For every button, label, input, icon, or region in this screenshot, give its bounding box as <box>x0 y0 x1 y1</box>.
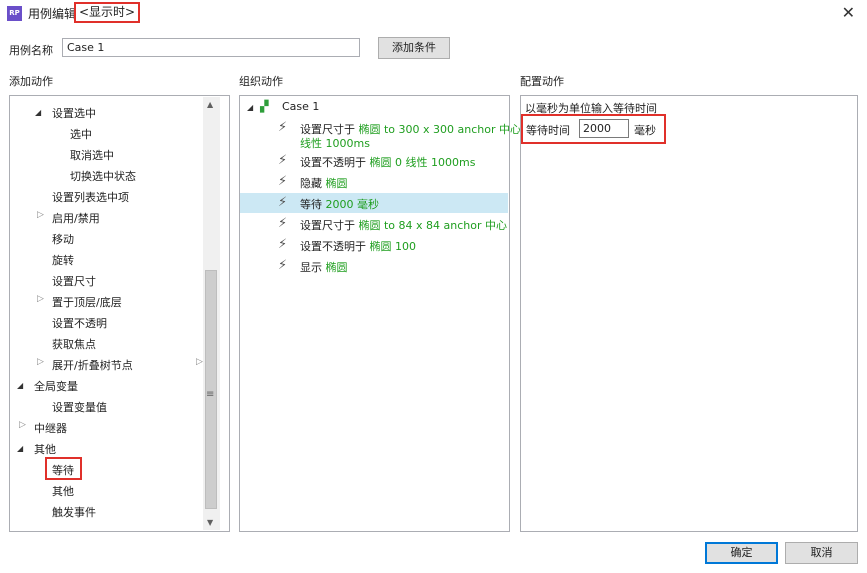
tree-item[interactable]: 触发事件 <box>52 504 96 520</box>
collapsed-arrow-icon[interactable]: ▷ <box>37 357 44 367</box>
app-logo-icon: RP <box>7 6 22 21</box>
add-condition-button[interactable]: 添加条件 <box>378 37 450 59</box>
lightning-icon: ⚡ <box>278 174 288 189</box>
tree-item[interactable]: 其他 <box>52 483 74 499</box>
tree-item[interactable]: 中继器 <box>34 420 67 436</box>
tree-item[interactable]: 设置列表选中项 <box>52 189 129 205</box>
action-row[interactable]: ⚡ 显示 椭圆 <box>240 258 508 276</box>
collapsed-arrow-icon[interactable]: ▷ <box>37 294 44 304</box>
case-name-label: 用例名称 <box>9 44 53 57</box>
tree-item[interactable]: 取消选中 <box>70 147 114 163</box>
collapsed-arrow-icon[interactable]: ▷ <box>196 357 203 367</box>
config-action-heading: 配置动作 <box>520 75 564 88</box>
tree-scrollbar[interactable]: ▲ ≡ ▼ <box>203 97 220 530</box>
organize-action-heading: 组织动作 <box>239 75 283 88</box>
case-name-input[interactable]: Case 1 <box>62 38 360 57</box>
tree-item[interactable]: 设置选中 <box>52 105 96 121</box>
tree-item[interactable]: 获取焦点 <box>52 336 96 352</box>
organize-action-list[interactable]: ◢ ▞ Case 1 ⚡ 设置尺寸于 椭圆 to 300 x 300 ancho… <box>239 95 521 532</box>
tree-item[interactable]: 选中 <box>70 126 92 142</box>
tree-item[interactable]: 旋转 <box>52 252 74 268</box>
tree-item[interactable]: 切换选中状态 <box>70 168 136 184</box>
tree-item-wait[interactable]: 等待 <box>52 462 74 478</box>
lightning-icon: ⚡ <box>278 153 288 168</box>
collapsed-arrow-icon[interactable]: ▷ <box>37 210 44 220</box>
add-action-heading: 添加动作 <box>9 75 53 88</box>
tree-item[interactable]: 全局变量 <box>34 378 78 394</box>
action-row[interactable]: ⚡ 设置不透明于 椭圆 0 线性 1000ms <box>240 153 508 171</box>
tree-item[interactable]: 设置尺寸 <box>52 273 96 289</box>
scroll-up-icon[interactable]: ▲ <box>207 100 213 109</box>
case-icon: ▞ <box>260 100 269 113</box>
tree-item[interactable]: 其他 <box>34 441 56 457</box>
title-bar: RP 用例编辑 <显示时> ✕ <box>0 0 867 27</box>
lightning-icon: ⚡ <box>278 258 288 273</box>
tree-item[interactable]: 设置不透明 <box>52 315 107 331</box>
tree-item[interactable]: 移动 <box>52 231 74 247</box>
close-icon[interactable]: ✕ <box>842 3 855 22</box>
lightning-icon: ⚡ <box>278 120 288 135</box>
lightning-icon: ⚡ <box>278 237 288 252</box>
action-row[interactable]: ⚡ 隐藏 椭圆 <box>240 174 508 192</box>
action-row[interactable]: ⚡ 设置尺寸于 椭圆 to 84 x 84 anchor 中心 <box>240 216 508 234</box>
window-title: 用例编辑 <box>28 7 77 21</box>
expanded-arrow-icon[interactable]: ◢ <box>35 108 41 117</box>
collapsed-arrow-icon[interactable]: ▷ <box>19 420 26 430</box>
action-row-selected[interactable]: ⚡ 等待 2000 毫秒 <box>240 193 508 213</box>
action-row[interactable]: ⚡ 设置不透明于 椭圆 100 <box>240 237 508 255</box>
case-label[interactable]: Case 1 <box>282 100 319 113</box>
config-action-panel: 以毫秒为单位输入等待时间 等待时间 2000 毫秒 <box>520 95 858 532</box>
window-title-suffix: <显示时> <box>74 2 141 23</box>
tree-item[interactable]: 展开/折叠树节点 <box>52 357 133 373</box>
ok-button[interactable]: 确定 <box>705 542 778 564</box>
wait-time-label: 等待时间 <box>526 124 570 137</box>
scroll-down-icon[interactable]: ▼ <box>207 518 213 527</box>
action-row[interactable]: ⚡ 设置尺寸于 椭圆 to 300 x 300 anchor 中心 线性 100… <box>240 120 521 150</box>
grip-icon: ≡ <box>206 389 215 400</box>
add-action-tree[interactable]: ◢ 设置选中 选中 取消选中 切换选中状态 设置列表选中项 ▷ 启用/禁用 移动… <box>9 95 230 532</box>
tree-item[interactable]: 启用/禁用 <box>52 210 100 226</box>
tree-item[interactable]: 设置变量值 <box>52 399 107 415</box>
expanded-arrow-icon[interactable]: ◢ <box>17 381 23 390</box>
wait-unit-label: 毫秒 <box>634 124 656 137</box>
wait-time-input[interactable]: 2000 <box>579 119 629 138</box>
expanded-arrow-icon[interactable]: ◢ <box>247 103 253 112</box>
expanded-arrow-icon[interactable]: ◢ <box>17 444 23 453</box>
lightning-icon: ⚡ <box>278 195 288 210</box>
cancel-button[interactable]: 取消 <box>785 542 858 564</box>
tree-item[interactable]: 置于顶层/底层 <box>52 294 122 310</box>
lightning-icon: ⚡ <box>278 216 288 231</box>
